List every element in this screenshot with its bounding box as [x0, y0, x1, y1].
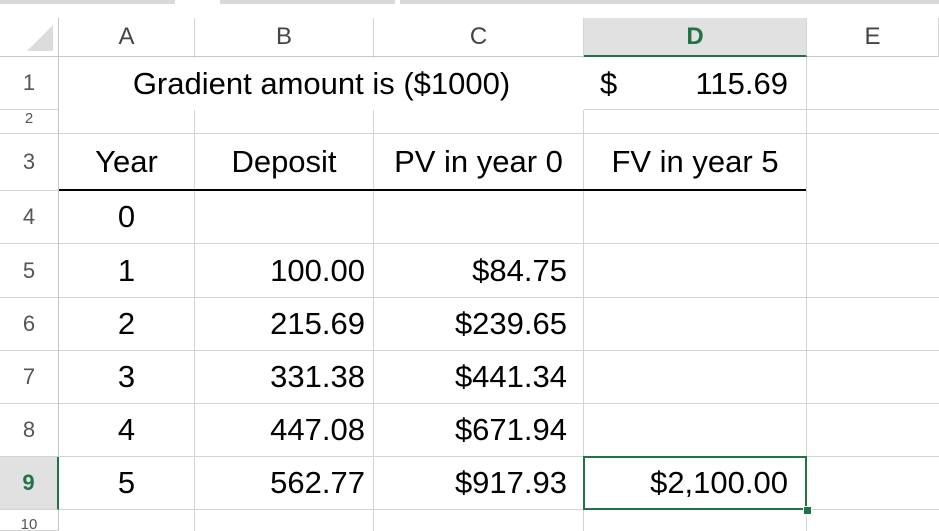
- row-header-1[interactable]: 1: [0, 57, 59, 110]
- row-header-4[interactable]: 4: [0, 191, 59, 244]
- ribbon-tab-edge: [400, 0, 939, 4]
- cell-b9[interactable]: 562.77: [195, 457, 373, 509]
- cell-d1[interactable]: $ 115.69: [584, 58, 806, 110]
- cell-a4[interactable]: 0: [59, 191, 194, 243]
- cell-c9[interactable]: $917.93: [374, 457, 583, 509]
- ribbon-tab-edge: [220, 0, 395, 4]
- row-header-5[interactable]: 5: [0, 244, 59, 298]
- cell-a8[interactable]: 4: [59, 404, 194, 456]
- cell-c5[interactable]: $84.75: [374, 244, 583, 297]
- currency-symbol: $: [600, 66, 618, 101]
- column-header-c[interactable]: C: [374, 18, 584, 57]
- row-header-3[interactable]: 3: [0, 134, 59, 191]
- row-header-10[interactable]: 10: [0, 510, 59, 531]
- cell-b3[interactable]: Deposit: [195, 134, 373, 189]
- row-header-7[interactable]: 7: [0, 351, 59, 404]
- row-header-6[interactable]: 6: [0, 298, 59, 351]
- cell-b6[interactable]: 215.69: [195, 298, 373, 350]
- row-header-9[interactable]: 9: [0, 457, 59, 510]
- cell-d1-value: 115.69: [695, 66, 788, 101]
- cell-c8[interactable]: $671.94: [374, 404, 583, 456]
- select-all-button[interactable]: [0, 18, 59, 57]
- column-header-a[interactable]: A: [59, 18, 195, 57]
- column-header-b[interactable]: B: [195, 18, 374, 57]
- cell-b8[interactable]: 447.08: [195, 404, 373, 456]
- active-cell-selection: [583, 456, 807, 510]
- cell-a1-merged[interactable]: Gradient amount is ($1000): [59, 58, 584, 110]
- cell-c3[interactable]: PV in year 0: [374, 134, 583, 189]
- cell-a6[interactable]: 2: [59, 298, 194, 350]
- row-header-8[interactable]: 8: [0, 404, 59, 457]
- select-all-triangle-icon: [27, 25, 53, 51]
- ribbon-tab-edge: [0, 0, 175, 4]
- column-header-d[interactable]: D: [584, 18, 807, 57]
- cell-a3[interactable]: Year: [59, 134, 194, 189]
- cell-b5[interactable]: 100.00: [195, 244, 373, 297]
- row-header-2[interactable]: 2: [0, 110, 59, 134]
- cell-b7[interactable]: 331.38: [195, 351, 373, 403]
- cell-c7[interactable]: $441.34: [374, 351, 583, 403]
- ribbon-edge: [0, 0, 939, 18]
- column-header-e[interactable]: E: [807, 18, 939, 57]
- cell-c6[interactable]: $239.65: [374, 298, 583, 350]
- cell-d3[interactable]: FV in year 5: [584, 134, 806, 189]
- cell-a9[interactable]: 5: [59, 457, 194, 509]
- cell-a7[interactable]: 3: [59, 351, 194, 403]
- cell-a5[interactable]: 1: [59, 244, 194, 297]
- fill-handle[interactable]: [803, 506, 812, 515]
